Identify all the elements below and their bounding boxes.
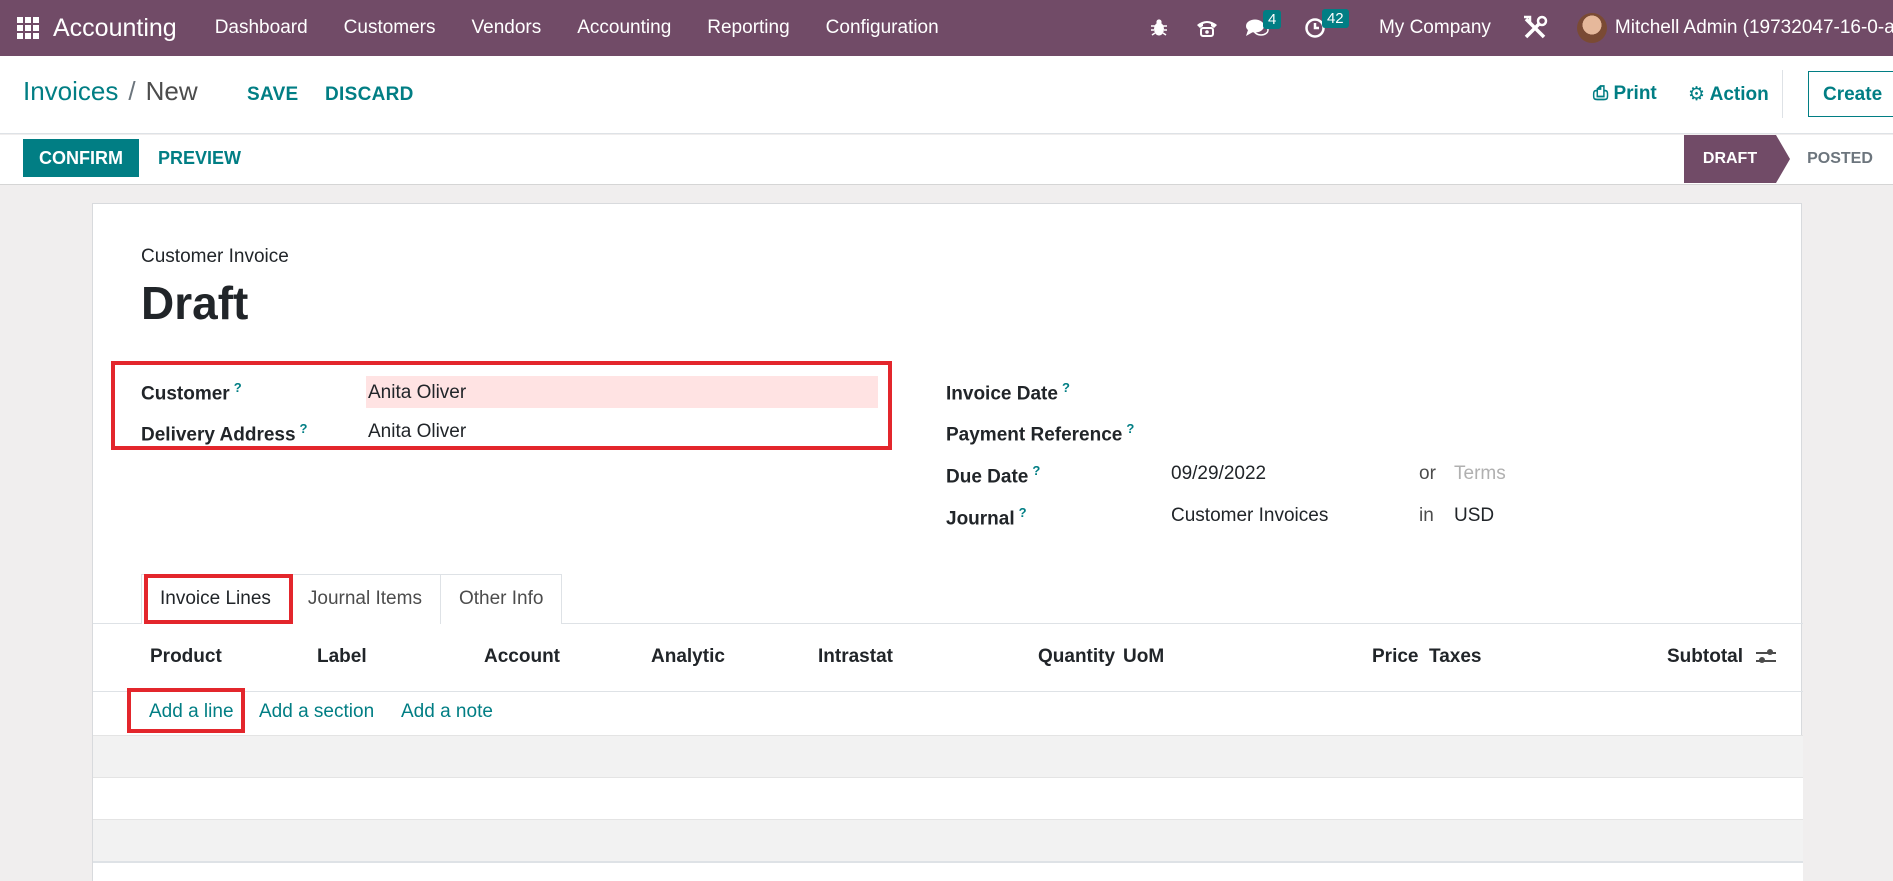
chat-icon[interactable]: 4 (1245, 10, 1282, 38)
tab-other-info[interactable]: Other Info (439, 574, 563, 624)
menu-dashboard[interactable]: Dashboard (197, 17, 326, 39)
menu-accounting[interactable]: Accounting (559, 17, 689, 39)
main-menu: Dashboard Customers Vendors Accounting R… (197, 17, 957, 39)
apps-grid-icon[interactable] (17, 17, 39, 39)
add-note-link[interactable]: Add a note (401, 701, 493, 723)
col-analytic[interactable]: Analytic (651, 646, 725, 668)
or-text: or (1419, 463, 1436, 484)
stage-draft[interactable]: DRAFT (1684, 135, 1790, 183)
breadcrumb: Invoices / New (23, 76, 198, 107)
bug-icon[interactable] (1149, 18, 1169, 38)
control-panel: Invoices / New SAVE DISCARD ⎙ Print ⚙ Ac… (0, 56, 1893, 134)
phone-icon[interactable] (1195, 18, 1219, 38)
document-type: Customer Invoice (141, 246, 289, 267)
journal-input[interactable]: Customer Invoices (1171, 505, 1328, 527)
status-bar: CONFIRM PREVIEW DRAFT POSTED (0, 135, 1893, 185)
user-menu[interactable]: Mitchell Admin (19732047-16-0-al (1615, 17, 1893, 39)
help-icon[interactable]: ? (1126, 421, 1134, 436)
breadcrumb-invoices[interactable]: Invoices (23, 76, 118, 107)
col-label[interactable]: Label (317, 646, 367, 668)
invoice-lines-header: Product Label Account Analytic Intrastat… (93, 624, 1803, 692)
form-sheet: Customer Invoice Draft Customer? Anita O… (92, 203, 1803, 881)
preview-button[interactable]: PREVIEW (158, 139, 241, 177)
gear-icon: ⚙ (1688, 84, 1706, 105)
payment-terms-input[interactable]: Terms (1454, 463, 1506, 485)
discard-button[interactable]: DISCARD (325, 84, 414, 106)
app-name[interactable]: Accounting (53, 14, 177, 43)
col-quantity[interactable]: Quantity (1038, 646, 1115, 668)
invoice-date-input[interactable] (1171, 376, 1731, 406)
help-icon[interactable]: ? (1062, 380, 1070, 395)
empty-row (93, 735, 1803, 777)
add-section-link[interactable]: Add a section (259, 701, 374, 723)
payment-reference-input[interactable] (1171, 418, 1731, 448)
clock-icon[interactable]: 42 (1304, 9, 1349, 39)
messages-badge: 4 (1262, 10, 1282, 29)
tab-journal-items[interactable]: Journal Items (288, 574, 441, 624)
col-account[interactable]: Account (484, 646, 560, 668)
col-price[interactable]: Price (1372, 646, 1418, 668)
activities-badge: 42 (1321, 9, 1349, 28)
add-line-row: Add a line Add a section Add a note (93, 693, 1803, 735)
col-uom[interactable]: UoM (1123, 646, 1164, 668)
payment-reference-label: Payment Reference? (946, 421, 1135, 446)
action-label: Action (1709, 84, 1769, 105)
save-button[interactable]: SAVE (247, 84, 299, 106)
print-button[interactable]: ⎙ Print (1593, 83, 1657, 105)
due-date-input[interactable]: 09/29/2022 (1171, 463, 1266, 485)
col-taxes[interactable]: Taxes (1429, 646, 1481, 668)
user-avatar[interactable] (1576, 13, 1607, 43)
breadcrumb-separator: / (128, 76, 136, 106)
tools-icon[interactable] (1522, 15, 1548, 41)
menu-configuration[interactable]: Configuration (808, 17, 957, 39)
breadcrumb-current: New (145, 76, 198, 106)
highlight-customer-box (111, 361, 892, 450)
empty-row (93, 819, 1803, 861)
highlight-invoice-lines-tab (144, 574, 293, 624)
print-icon: ⎙ (1593, 83, 1609, 104)
col-intrastat[interactable]: Intrastat (818, 646, 893, 668)
menu-customers[interactable]: Customers (326, 17, 454, 39)
due-date-label: Due Date? (946, 463, 1041, 488)
invoice-date-label: Invoice Date? (946, 380, 1070, 405)
empty-row (93, 777, 1803, 819)
company-switcher[interactable]: My Company (1379, 17, 1491, 39)
optional-columns-icon[interactable] (1756, 648, 1776, 666)
col-subtotal[interactable]: Subtotal (1667, 646, 1743, 668)
document-title: Draft (141, 277, 249, 329)
highlight-add-line (127, 688, 245, 733)
journal-label: Journal? (946, 505, 1027, 530)
top-navbar: Accounting Dashboard Customers Vendors A… (0, 0, 1893, 56)
currency-input[interactable]: USD (1454, 505, 1494, 527)
stage-posted[interactable]: POSTED (1790, 135, 1890, 183)
menu-reporting[interactable]: Reporting (689, 17, 807, 39)
action-button[interactable]: ⚙ Action (1688, 83, 1769, 106)
help-icon[interactable]: ? (1032, 463, 1040, 478)
table-footer (93, 861, 1803, 881)
help-icon[interactable]: ? (1019, 505, 1027, 520)
menu-vendors[interactable]: Vendors (454, 17, 560, 39)
in-text: in (1419, 505, 1434, 526)
navbar-systray: 4 42 My Company Mitchell Admin (19732047… (1136, 0, 1893, 56)
divider (1782, 70, 1783, 118)
print-label: Print (1613, 83, 1657, 104)
create-button[interactable]: Create (1808, 71, 1893, 117)
confirm-button[interactable]: CONFIRM (23, 139, 139, 177)
col-product[interactable]: Product (150, 646, 222, 668)
